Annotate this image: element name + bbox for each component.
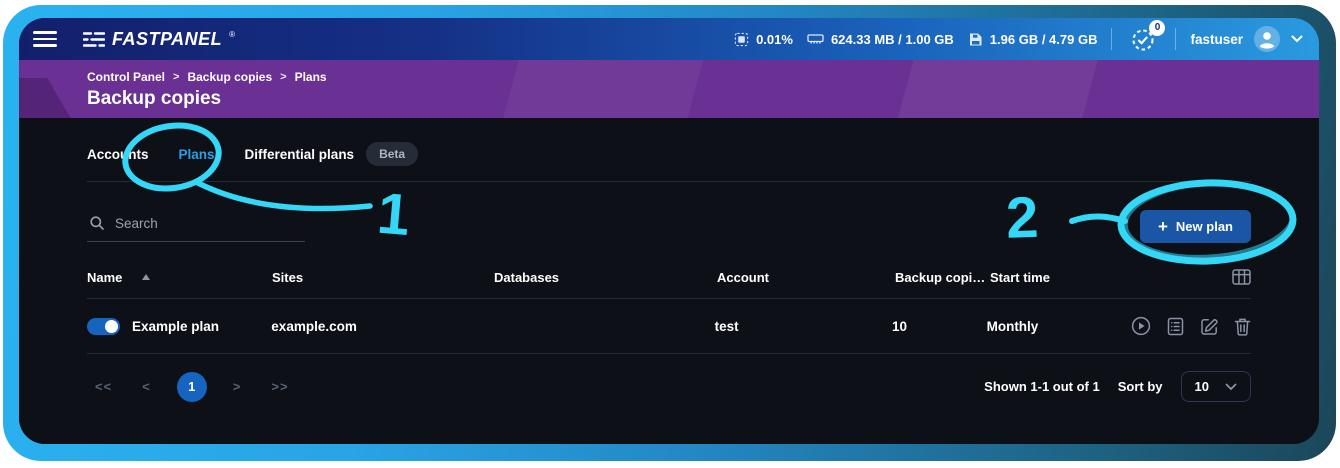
last-page-button[interactable]: >> (263, 379, 296, 394)
app-frame: FASTPANEL ® 0.01% 624.33 MB / 1.00 GB (3, 5, 1336, 461)
disk-usage-value: 1.96 GB / 4.79 GB (990, 32, 1098, 47)
next-page-button[interactable]: > (225, 379, 250, 394)
search-input[interactable] (115, 216, 303, 231)
breadcrumb-plans[interactable]: Plans (295, 70, 327, 84)
plan-enabled-toggle[interactable] (87, 318, 120, 335)
column-header-databases[interactable]: Databases (494, 270, 717, 285)
column-header-backup-copies[interactable]: Backup copi… (895, 270, 990, 285)
cpu-icon (734, 32, 749, 47)
chevron-down-icon (1291, 35, 1303, 43)
column-header-name[interactable]: Name (87, 270, 272, 285)
ram-usage-stat: 624.33 MB / 1.00 GB (807, 32, 954, 47)
plan-account: test (715, 319, 892, 334)
delete-plan-icon[interactable] (1234, 317, 1251, 336)
column-header-account[interactable]: Account (717, 270, 895, 285)
plan-start-time: Monthly (987, 319, 1131, 334)
page-header-banner: Control Panel > Backup copies > Plans Ba… (19, 60, 1319, 118)
fastpanel-logo-icon (83, 31, 105, 48)
tasks-icon[interactable]: 0 (1130, 26, 1157, 53)
plus-icon: + (1158, 220, 1168, 233)
username: fastuser (1190, 32, 1243, 47)
fastpanel-logo[interactable]: FASTPANEL ® (83, 29, 235, 50)
ram-usage-value: 624.33 MB / 1.00 GB (831, 32, 954, 47)
plan-name: Example plan (132, 319, 219, 334)
prev-page-button[interactable]: < (134, 379, 159, 394)
breadcrumb: Control Panel > Backup copies > Plans (87, 70, 1319, 84)
page-size-select[interactable]: 10 (1181, 371, 1251, 402)
current-page-button[interactable]: 1 (177, 372, 207, 402)
tab-bar: Accounts Plans Differential plans Beta (87, 118, 1251, 182)
plan-sites: example.com (271, 319, 492, 334)
app-window: FASTPANEL ® 0.01% 624.33 MB / 1.00 GB (19, 18, 1319, 444)
registered-mark: ® (229, 30, 235, 39)
disk-icon (968, 32, 983, 47)
disk-usage-stat: 1.96 GB / 4.79 GB (968, 32, 1098, 47)
table-header: Name Sites Databases Account Backup copi… (87, 269, 1251, 299)
hamburger-menu-icon[interactable] (33, 31, 57, 47)
column-header-sites[interactable]: Sites (272, 270, 494, 285)
topbar: FASTPANEL ® 0.01% 624.33 MB / 1.00 GB (19, 18, 1319, 60)
main-content: Accounts Plans Differential plans Beta +… (19, 118, 1319, 444)
edit-plan-icon[interactable] (1200, 317, 1219, 336)
tasks-count-badge: 0 (1149, 20, 1165, 36)
column-header-start-time[interactable]: Start time (990, 270, 1135, 285)
breadcrumb-separator: > (280, 71, 286, 83)
search-box[interactable] (87, 211, 305, 242)
avatar (1253, 25, 1281, 53)
logo-text: FASTPANEL (112, 29, 222, 50)
shown-count-text: Shown 1-1 out of 1 (984, 379, 1100, 394)
first-page-button[interactable]: << (87, 379, 120, 394)
tab-plans[interactable]: Plans (179, 147, 215, 162)
tab-differential-plans[interactable]: Differential plans (245, 147, 355, 162)
search-icon (89, 215, 105, 231)
plan-backup-copies: 10 (892, 319, 987, 334)
page-size-value: 10 (1195, 379, 1209, 394)
plan-log-icon[interactable] (1166, 317, 1185, 336)
cpu-usage-stat: 0.01% (734, 32, 793, 47)
run-plan-icon[interactable] (1131, 316, 1151, 336)
toolbar: + New plan (87, 210, 1251, 243)
page-title: Backup copies (87, 88, 1319, 110)
breadcrumb-control-panel[interactable]: Control Panel (87, 70, 165, 84)
divider (1175, 28, 1176, 50)
sort-asc-icon (142, 274, 150, 280)
cpu-usage-value: 0.01% (756, 32, 793, 47)
user-menu[interactable]: fastuser (1190, 25, 1303, 53)
breadcrumb-separator: > (173, 71, 179, 83)
beta-badge: Beta (366, 142, 418, 166)
new-plan-label: New plan (1176, 219, 1233, 234)
columns-settings-icon[interactable] (1232, 269, 1251, 285)
chevron-down-icon (1225, 383, 1237, 391)
new-plan-button[interactable]: + New plan (1140, 210, 1251, 243)
pagination: << < 1 > >> Shown 1-1 out of 1 Sort by 1… (87, 371, 1251, 402)
ram-icon (807, 32, 824, 46)
divider (1111, 28, 1112, 50)
tab-accounts[interactable]: Accounts (87, 147, 149, 162)
sort-by-label: Sort by (1118, 379, 1163, 394)
breadcrumb-backup-copies[interactable]: Backup copies (187, 70, 272, 84)
table-row: Example plan example.com test 10 Monthly (87, 299, 1251, 354)
